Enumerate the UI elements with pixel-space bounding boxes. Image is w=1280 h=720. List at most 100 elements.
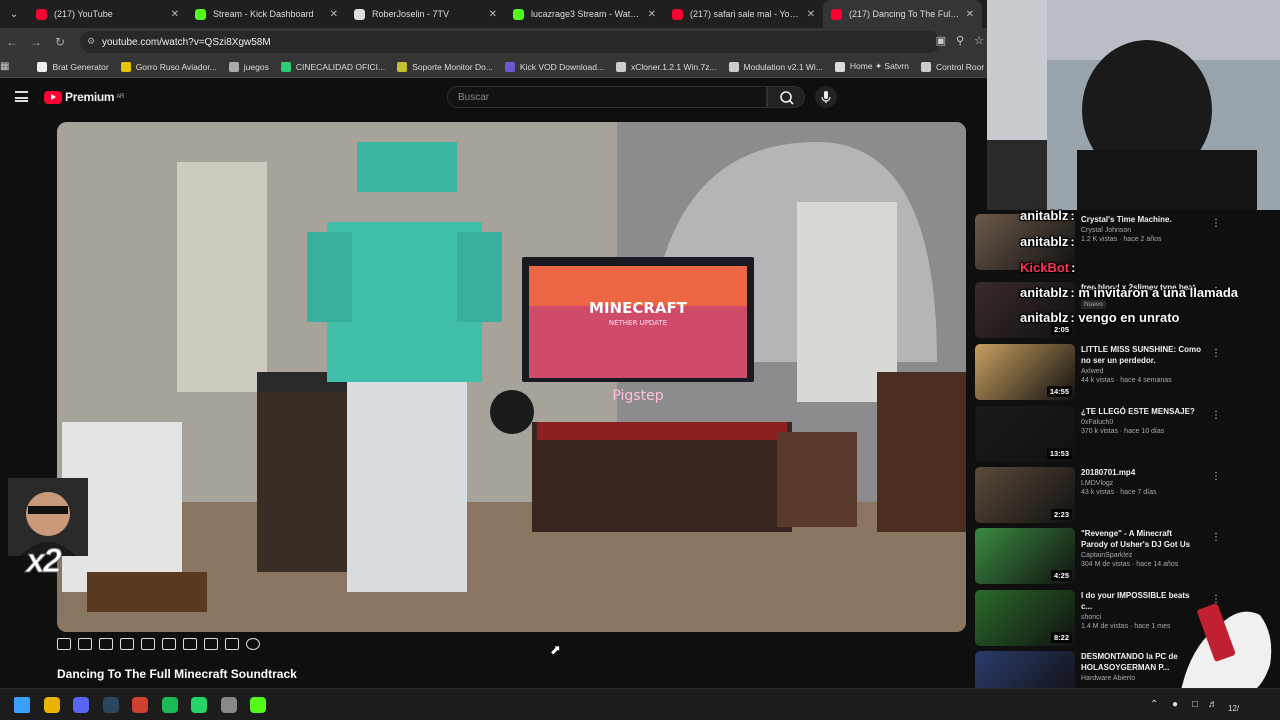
- tab-favicon-icon: [672, 8, 683, 20]
- address-bar[interactable]: ⚙ youtube.com/watch?v=QSzi8Xgw58M: [80, 31, 940, 53]
- recommended-video[interactable]: 13:53 ¿TE LLEGÓ ESTE MENSAJE? 0xFaluch0 370…: [975, 406, 1275, 464]
- network-icon[interactable]: □: [1192, 699, 1198, 710]
- video-title[interactable]: LITTLE MISS SUNSHINE: Como no ser un per…: [1081, 344, 1201, 366]
- video-title[interactable]: 20180701.mp4: [1081, 467, 1201, 478]
- subtitles-icon[interactable]: [162, 638, 176, 650]
- windows-taskbar: ⌃ ● □ ♬: [0, 688, 1280, 720]
- discord-icon[interactable]: [73, 697, 89, 713]
- chat-message: KickBot:: [1020, 260, 1075, 275]
- youtube-play-icon: [44, 90, 62, 104]
- tab-close-icon[interactable]: ✕: [648, 9, 656, 20]
- spotify-icon[interactable]: [161, 697, 178, 713]
- video-views: 43 k vistas · hace 7 días: [1081, 489, 1157, 496]
- zoom-icon[interactable]: ⚲: [956, 34, 964, 47]
- more-options-icon[interactable]: ⋮: [1211, 471, 1221, 482]
- channel-name[interactable]: Axlwed: [1081, 368, 1201, 375]
- voice-search-button[interactable]: [815, 86, 837, 108]
- kick-icon[interactable]: [250, 697, 266, 713]
- bookmark-item[interactable]: Modulation v2.1 Wi...: [728, 61, 823, 72]
- browser-tab[interactable]: (217) safari sale mal - YouTube ✕: [664, 0, 823, 28]
- steam-icon[interactable]: [102, 697, 119, 713]
- chrome-icon[interactable]: [43, 697, 60, 713]
- tab-close-icon[interactable]: ✕: [489, 9, 497, 20]
- video-title[interactable]: Crystal's Time Machine.: [1081, 214, 1201, 225]
- search-button[interactable]: [767, 86, 805, 108]
- recommended-video[interactable]: 4:25 "Revenge" - A Minecraft Parody of Us…: [975, 528, 1275, 586]
- video-thumbnail[interactable]: 8:22: [975, 590, 1075, 646]
- bookmark-label: Home ✦ Satvrn: [849, 61, 909, 71]
- miniplayer-icon[interactable]: [204, 638, 218, 650]
- apps-grid-icon[interactable]: ▦: [0, 61, 9, 72]
- more-options-icon[interactable]: ⋮: [1211, 348, 1221, 359]
- video-thumbnail[interactable]: 13:53: [975, 406, 1075, 462]
- screenshot-icon[interactable]: [225, 638, 239, 650]
- audio-icon[interactable]: [78, 638, 92, 650]
- speed-icon[interactable]: [183, 638, 197, 650]
- obs-icon[interactable]: [220, 697, 237, 713]
- browser-tab[interactable]: (217) Dancing To The Full M ✕: [823, 0, 982, 28]
- cast-icon[interactable]: ▣: [936, 34, 946, 47]
- bookmarks-bar: ▦ Brat Generator Gorro Ruso Aviador... jue…: [0, 56, 990, 78]
- browser-tab[interactable]: RoberJoselin - 7TV ✕: [346, 0, 505, 28]
- file-app-icon[interactable]: [132, 697, 148, 713]
- video-thumbnail[interactable]: 14:55: [975, 344, 1075, 400]
- channel-name[interactable]: LMDVlogz: [1081, 480, 1201, 487]
- video-views: 304 M de vistas · hace 14 años: [1081, 561, 1179, 568]
- channel-name[interactable]: 0xFaluch0: [1081, 419, 1201, 426]
- recommended-video[interactable]: 14:55 LITTLE MISS SUNSHINE: Como no ser u…: [975, 344, 1275, 402]
- settings-icon[interactable]: [246, 638, 260, 650]
- pip-icon[interactable]: [141, 638, 155, 650]
- chat-text: : m invitaron a una llamada: [1070, 285, 1239, 300]
- reload-icon[interactable]: ↻: [48, 35, 72, 49]
- site-info-icon[interactable]: ⚙: [87, 36, 95, 47]
- bookmark-item[interactable]: Brat Generator: [37, 61, 109, 72]
- forward-icon[interactable]: →: [24, 35, 48, 49]
- bookmark-item[interactable]: CINECALIDAD OFICI...: [280, 61, 385, 72]
- channel-name[interactable]: CaptainSparklez: [1081, 552, 1201, 559]
- tray-chevron-icon[interactable]: ⌃: [1150, 699, 1158, 710]
- tab-search-icon[interactable]: ⌄: [0, 0, 28, 28]
- chat-username: anitablz: [1020, 310, 1069, 325]
- windows-start-icon[interactable]: [14, 697, 30, 713]
- browser-tab[interactable]: lucazrage3 Stream - Watch Live ✕: [505, 0, 664, 28]
- tab-close-icon[interactable]: ✕: [807, 9, 815, 20]
- recommended-video[interactable]: 2:23 20180701.mp4 LMDVlogz 43 k vistas · ha…: [975, 467, 1275, 525]
- microphone-icon[interactable]: ●: [1172, 699, 1178, 710]
- bookmark-item[interactable]: xCloner.1.2.1 Win.7z...: [616, 61, 717, 72]
- more-options-icon[interactable]: ⋮: [1211, 410, 1221, 421]
- back-icon[interactable]: ←: [0, 35, 24, 49]
- search-input[interactable]: Buscar: [447, 86, 767, 108]
- tab-close-icon[interactable]: ✕: [330, 9, 338, 20]
- logo-text: Premium: [65, 90, 115, 104]
- browser-tab[interactable]: Stream - Kick Dashboard ✕: [187, 0, 346, 28]
- whatsapp-icon[interactable]: [191, 697, 207, 713]
- bookmark-item[interactable]: Home ✦ Satvrn: [834, 61, 909, 72]
- volume-icon[interactable]: ♬: [1208, 699, 1218, 710]
- bookmark-item[interactable]: juegos: [228, 61, 269, 72]
- video-player[interactable]: MINECRAFT NETHER UPDATE Pigstep: [57, 122, 966, 632]
- menu-icon[interactable]: [15, 91, 28, 102]
- cinema-icon[interactable]: [120, 638, 134, 650]
- bookmark-item[interactable]: Soporte Monitor Do...: [397, 61, 493, 72]
- bookmark-item[interactable]: Control Roor: [921, 61, 984, 72]
- tv-title: MINECRAFT: [589, 299, 688, 317]
- tab-close-icon[interactable]: ✕: [966, 9, 974, 20]
- more-options-icon[interactable]: ⋮: [1211, 218, 1221, 229]
- bookmark-item[interactable]: Gorro Ruso Aviador...: [120, 61, 217, 72]
- youtube-header: Premium AR Buscar: [0, 78, 970, 118]
- video-thumbnail[interactable]: 2:23: [975, 467, 1075, 523]
- tab-close-icon[interactable]: ✕: [171, 9, 179, 20]
- browser-tab[interactable]: (217) YouTube ✕: [28, 0, 187, 28]
- channel-name[interactable]: Crystal Johnson: [1081, 227, 1201, 234]
- video-title[interactable]: "Revenge" - A Minecraft Parody of Usher'…: [1081, 528, 1201, 550]
- bookmark-item[interactable]: Kick VOD Download...: [504, 61, 604, 72]
- bookmark-icon: [834, 61, 845, 72]
- video-title[interactable]: ¿TE LLEGÓ ESTE MENSAJE?: [1081, 406, 1201, 417]
- youtube-logo[interactable]: Premium AR: [44, 90, 124, 104]
- video-thumbnail[interactable]: 4:25: [975, 528, 1075, 584]
- star-icon[interactable]: ☆: [974, 34, 984, 47]
- loop-icon[interactable]: [57, 638, 71, 650]
- more-options-icon[interactable]: ⋮: [1211, 532, 1221, 543]
- taskbar-clock[interactable]: 12/: [1228, 704, 1239, 713]
- download-icon[interactable]: [99, 638, 113, 650]
